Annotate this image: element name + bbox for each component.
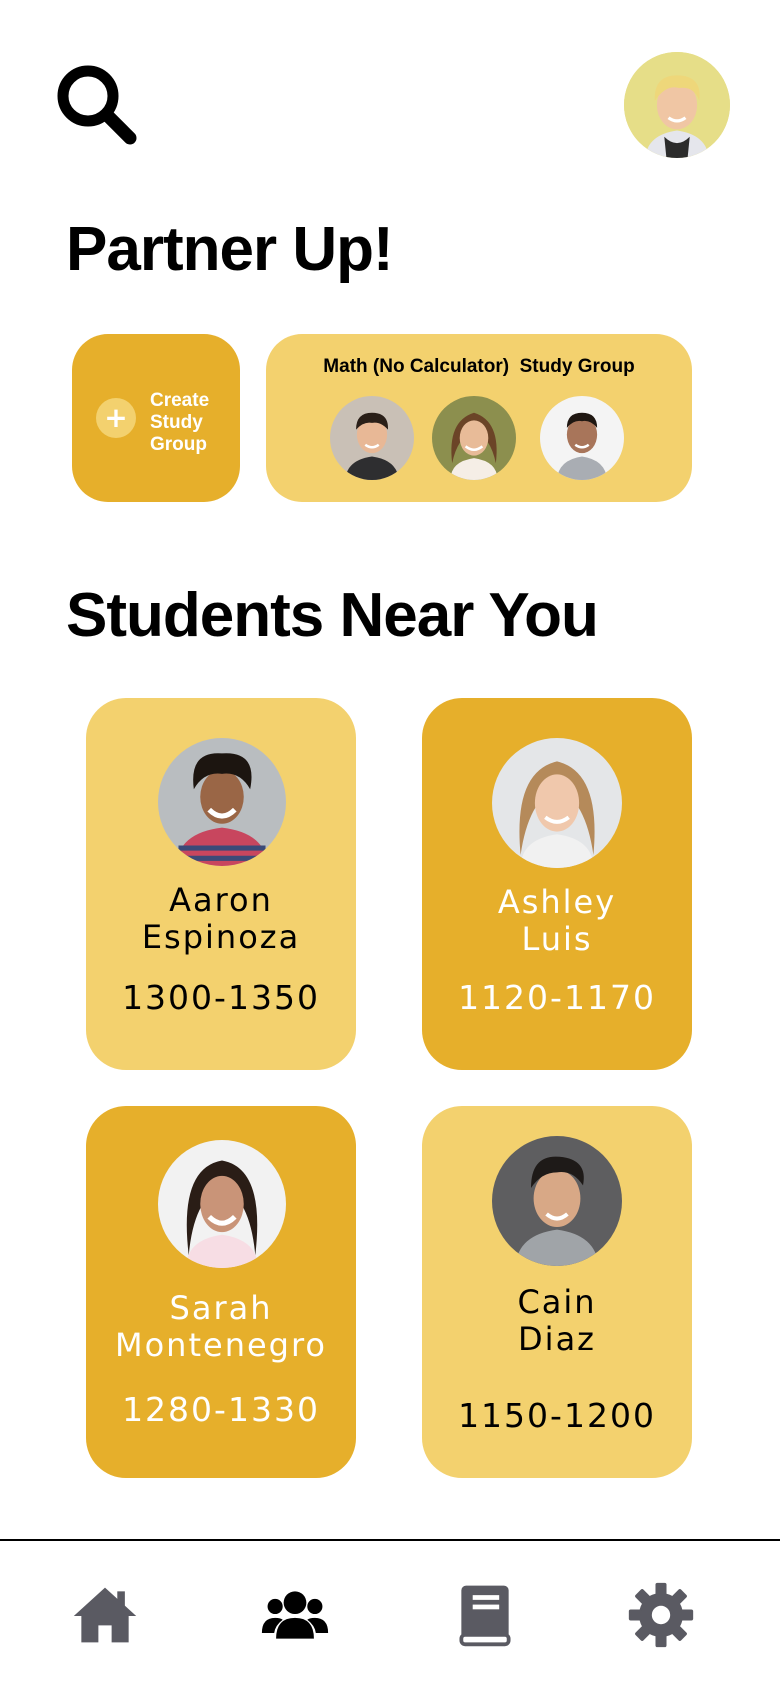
student-score: 1300-1350 <box>122 978 320 1017</box>
student-last-name: Diaz <box>518 1320 596 1358</box>
nav-home[interactable] <box>68 1578 142 1652</box>
student-avatar <box>492 1136 622 1266</box>
student-first-name: Ashley <box>497 883 617 921</box>
study-group-card[interactable]: Math (No Calculator) Study Group <box>266 334 692 502</box>
users-icon <box>261 1591 329 1639</box>
partner-up-title: Partner Up! <box>66 215 394 284</box>
student-card[interactable]: Aaron Espinoza 1300-1350 <box>86 698 356 1070</box>
student-card[interactable]: Cain Diaz 1150-1200 <box>422 1106 692 1478</box>
create-study-group-label: Create Study Group <box>150 390 232 456</box>
student-name: Cain Diaz <box>422 1284 692 1358</box>
search-icon[interactable] <box>54 62 138 146</box>
nav-study-partners[interactable] <box>258 1578 332 1652</box>
student-name: Ashley Luis <box>422 884 692 958</box>
member-avatar <box>432 396 516 480</box>
student-score: 1280-1330 <box>122 1390 320 1429</box>
student-card[interactable]: Ashley Luis 1120-1170 <box>422 698 692 1070</box>
student-card[interactable]: Sarah Montenegro 1280-1330 <box>86 1106 356 1478</box>
nav-settings[interactable] <box>624 1578 698 1652</box>
create-label-line: Study <box>150 412 203 433</box>
gear-icon <box>628 1582 694 1648</box>
create-label-line: Create <box>150 390 210 411</box>
student-avatar <box>158 1140 286 1268</box>
student-first-name: Aaron <box>169 881 273 919</box>
create-study-group-button[interactable]: + Create Study Group <box>72 334 240 502</box>
student-avatar <box>492 738 622 868</box>
student-last-name: Espinoza <box>141 918 301 956</box>
student-name: Sarah Montenegro <box>86 1290 356 1364</box>
home-icon <box>73 1587 137 1643</box>
student-last-name: Luis <box>521 920 593 958</box>
student-first-name: Sarah <box>169 1289 273 1327</box>
students-near-you-title: Students Near You <box>66 581 599 650</box>
create-label-line: Group <box>150 434 207 455</box>
study-group-name: Math (No Calculator) Study Group <box>323 356 635 377</box>
member-avatar <box>540 396 624 480</box>
book-icon <box>459 1585 511 1647</box>
student-last-name: Montenegro <box>114 1326 327 1364</box>
plus-icon: + <box>96 398 136 438</box>
student-score: 1120-1170 <box>458 978 656 1017</box>
student-score: 1150-1200 <box>458 1396 656 1435</box>
student-first-name: Cain <box>517 1283 597 1321</box>
student-avatar <box>158 738 286 866</box>
profile-avatar[interactable] <box>624 52 730 158</box>
nav-library[interactable] <box>448 1578 522 1652</box>
member-avatar <box>330 396 414 480</box>
student-name: Aaron Espinoza <box>86 882 356 956</box>
